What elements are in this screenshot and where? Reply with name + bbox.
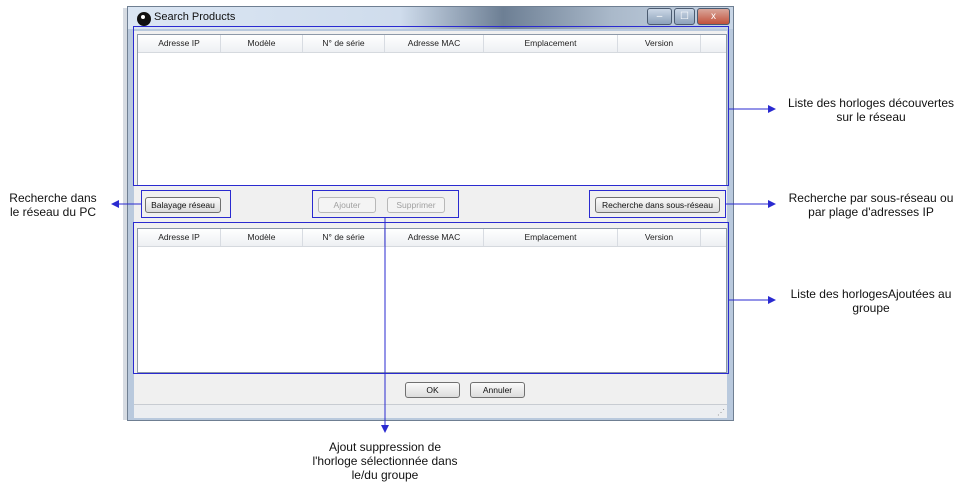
annotation-added-line2: groupe [852,301,890,315]
annotation-discovered-line1: Liste des horloges découvertes [787,96,955,110]
annotation-add-remove: Ajout suppression de l'horloge sélection… [296,440,474,482]
annotation-add-remove-line1: Ajout suppression de [328,440,442,454]
annotation-subnet-line2: par plage d'adresses IP [808,205,934,219]
annotation-arrows [111,105,776,433]
annotation-subnet: Recherche par sous-réseau ou par plage d… [778,191,964,219]
annotation-discovered-line2: sur le réseau [836,110,906,124]
annotation-subnet-line1: Recherche par sous-réseau ou [788,191,954,205]
annotation-scan-line1: Recherche dans [9,191,97,205]
annotation-scan-line2: le réseau du PC [9,205,97,219]
annotation-add-remove-line3: le/du groupe [351,468,419,482]
annotation-added: Liste des horlogesAjoutées au groupe [778,287,964,315]
annotation-add-remove-line2: l'horloge sélectionnée dans [312,454,458,468]
annotation-discovered: Liste des horloges découvertes sur le ré… [778,96,964,124]
annotation-added-line1: Liste des horlogesAjoutées au [790,287,952,301]
annotation-scan: Recherche dans le réseau du PC [0,191,106,219]
